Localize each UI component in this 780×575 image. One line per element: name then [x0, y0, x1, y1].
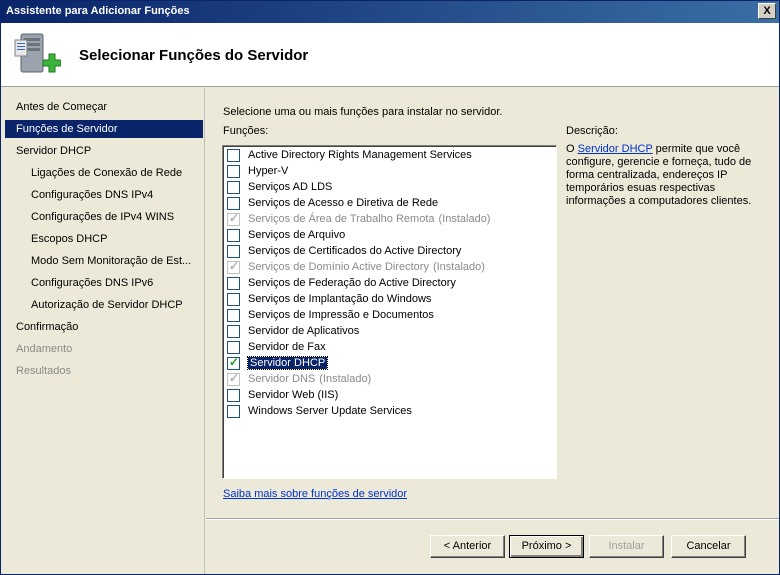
role-item[interactable]: Serviços de Impressão e Documentos	[227, 307, 434, 323]
role-checkbox[interactable]	[227, 324, 240, 338]
role-checkbox[interactable]	[227, 148, 240, 162]
role-checkbox-checked[interactable]	[227, 355, 240, 370]
role-item: Servidor DNS(Instalado)	[227, 371, 371, 387]
role-label: Serviços AD LDS	[248, 181, 333, 193]
description-label: Descrição:	[566, 125, 618, 137]
role-checkbox[interactable]	[227, 244, 240, 258]
nav-item-servidor-dhcp[interactable]: Servidor DHCP	[5, 142, 203, 160]
role-item[interactable]: Servidor Web (IIS)	[227, 387, 338, 403]
nav-item-ipv4-wins[interactable]: Configurações de IPv4 WINS	[5, 208, 203, 226]
role-item[interactable]: Serviços AD LDS	[227, 179, 332, 195]
installed-note: (Instalado)	[319, 373, 372, 385]
role-label: Serviços de Implantação do Windows	[248, 293, 432, 305]
close-button[interactable]: X	[758, 3, 776, 19]
role-item: Serviços de Área de Trabalho Remota(Inst…	[227, 211, 490, 227]
back-button[interactable]: < Anterior	[430, 535, 505, 558]
description-link[interactable]: Servidor DHCP	[578, 143, 653, 155]
role-label: Serviços de Federação do Active Director…	[248, 277, 456, 289]
cancel-button[interactable]: Cancelar	[671, 535, 746, 558]
nav-item-ligacoes-conexao[interactable]: Ligações de Conexão de Rede	[5, 164, 203, 182]
roles-listbox[interactable]: Active Directory Rights Management Servi…	[222, 145, 557, 479]
role-label: Active Directory Rights Management Servi…	[248, 149, 472, 161]
role-item-selected[interactable]: Servidor DHCP	[227, 355, 329, 371]
role-label: Serviços de Acesso e Diretiva de Rede	[248, 197, 439, 209]
nav-item-resultados: Resultados	[16, 365, 72, 377]
nav-item-autorizacao-dhcp[interactable]: Autorização de Servidor DHCP	[5, 296, 203, 314]
role-checkbox[interactable]	[227, 308, 240, 322]
role-item[interactable]: Servidor de Aplicativos	[227, 323, 359, 339]
role-item[interactable]: Serviços de Implantação do Windows	[227, 291, 431, 307]
role-label: Servidor de Fax	[248, 341, 326, 353]
role-checkbox[interactable]	[227, 388, 240, 402]
role-label: Servidor Web (IIS)	[248, 389, 339, 401]
install-button: Instalar	[589, 535, 664, 558]
role-label: Servidor de Aplicativos	[248, 325, 360, 337]
nav-item-modo-sem-monitoracao[interactable]: Modo Sem Monitoração de Est...	[5, 252, 203, 270]
role-label: Serviços de Impressão e Documentos	[248, 309, 434, 321]
installed-note: (Instalado)	[438, 213, 491, 225]
nav-item-antes-de-comecar[interactable]: Antes de Começar	[5, 98, 203, 116]
window-title: Assistente para Adicionar Funções	[6, 5, 190, 17]
nav-item-dns-ipv4[interactable]: Configurações DNS IPv4	[5, 186, 203, 204]
role-checkbox-installed	[227, 371, 240, 386]
role-label: Hyper-V	[248, 165, 289, 177]
instruction-text: Selecione uma ou mais funções para insta…	[223, 106, 503, 118]
next-button[interactable]: Próximo >	[509, 535, 584, 558]
footer-separator	[206, 518, 779, 520]
role-checkbox[interactable]	[227, 404, 240, 418]
title-bar: Assistente para Adicionar Funções X	[1, 1, 779, 23]
wizard-header: Selecionar Funções do Servidor	[1, 23, 779, 87]
wizard-content: Selecione uma ou mais funções para insta…	[206, 88, 779, 518]
page-title: Selecionar Funções do Servidor	[79, 47, 309, 64]
learn-more-link[interactable]: Saiba mais sobre funções de servidor	[223, 488, 407, 500]
role-label: Servidor DNS	[248, 373, 316, 385]
role-checkbox[interactable]	[227, 228, 240, 242]
nav-item-funcoes-de-servidor[interactable]: Funções de Servidor	[5, 120, 203, 138]
role-item[interactable]: Servidor de Fax	[227, 339, 326, 355]
role-checkbox[interactable]	[227, 180, 240, 194]
role-checkbox[interactable]	[227, 164, 240, 178]
nav-item-dns-ipv6[interactable]: Configurações DNS IPv6	[5, 274, 203, 292]
role-label: Serviços de Área de Trabalho Remota	[248, 213, 435, 225]
role-label: Serviços de Certificados do Active Direc…	[248, 245, 462, 257]
installed-note: (Instalado)	[432, 261, 485, 273]
server-roles-add-icon	[14, 33, 61, 73]
role-checkbox[interactable]	[227, 292, 240, 306]
role-label: Serviços de Domínio Active Directory	[248, 261, 429, 273]
wizard-nav: Antes de Começar Funções de Servidor Ser…	[1, 88, 205, 574]
role-item[interactable]: Hyper-V	[227, 163, 288, 179]
wizard-window: Assistente para Adicionar Funções X Sele…	[0, 0, 780, 575]
role-item[interactable]: Windows Server Update Services	[227, 403, 412, 419]
roles-label: Funções:	[223, 125, 269, 137]
role-item[interactable]: Serviços de Acesso e Diretiva de Rede	[227, 195, 438, 211]
role-item[interactable]: Active Directory Rights Management Servi…	[227, 147, 472, 163]
nav-item-escopos-dhcp[interactable]: Escopos DHCP	[5, 230, 203, 248]
role-checkbox-installed	[227, 211, 240, 226]
nav-item-confirmacao[interactable]: Confirmação	[5, 318, 203, 336]
role-checkbox[interactable]	[227, 340, 240, 354]
role-label: Windows Server Update Services	[248, 405, 412, 417]
role-item[interactable]: Serviços de Certificados do Active Direc…	[227, 243, 461, 259]
role-label: Servidor DHCP	[246, 356, 329, 370]
role-item[interactable]: Serviços de Arquivo	[227, 227, 345, 243]
role-checkbox[interactable]	[227, 196, 240, 210]
role-item[interactable]: Serviços de Federação do Active Director…	[227, 275, 456, 291]
nav-item-andamento: Andamento	[16, 343, 73, 355]
description-text: O Servidor DHCP permite que você configu…	[566, 143, 766, 208]
role-label: Serviços de Arquivo	[248, 229, 346, 241]
role-checkbox[interactable]	[227, 276, 240, 290]
role-checkbox-installed	[227, 259, 240, 274]
description-prefix: O	[566, 143, 578, 155]
role-item: Serviços de Domínio Active Directory(Ins…	[227, 259, 485, 275]
